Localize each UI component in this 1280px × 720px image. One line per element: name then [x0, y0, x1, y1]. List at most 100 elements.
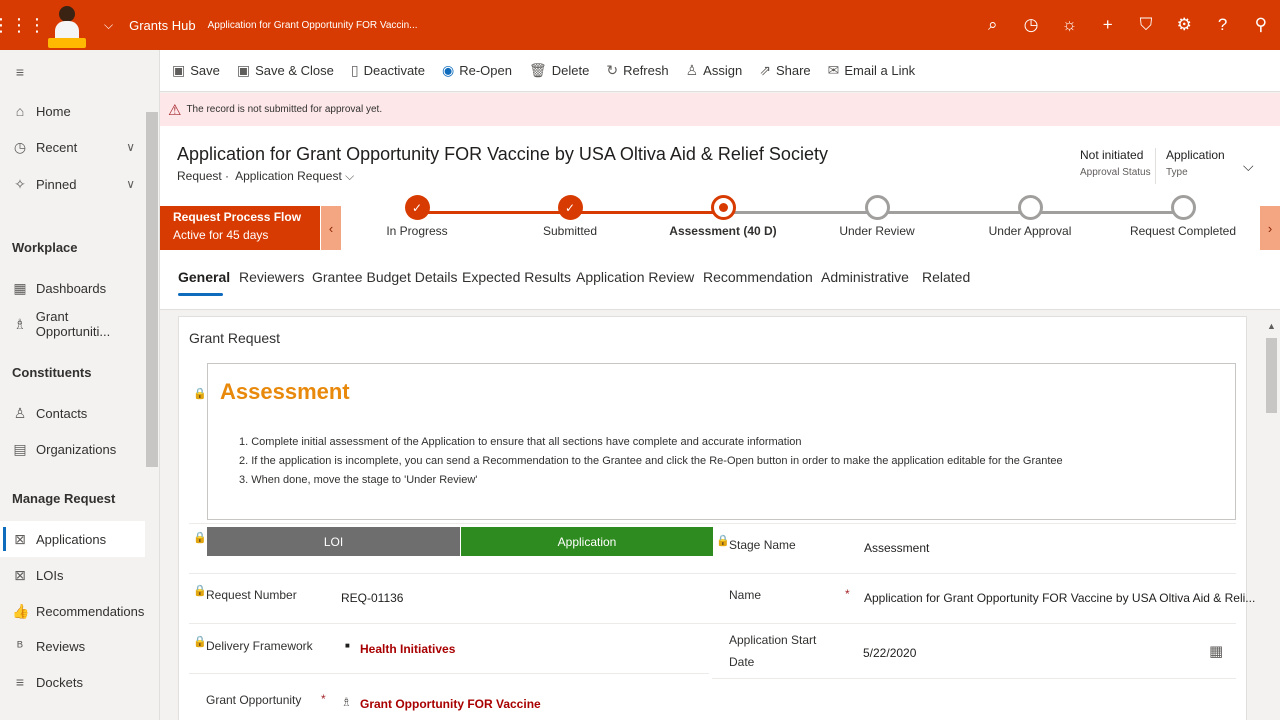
- app-launcher-icon[interactable]: ⋮⋮⋮: [0, 0, 46, 50]
- sidebar-item-dockets[interactable]: ≡ Dockets: [0, 664, 145, 700]
- notification-bar: ⚠ The record is not submitted for approv…: [160, 93, 1280, 126]
- business-process-flow: Request Process Flow Active for 45 days …: [160, 195, 1280, 250]
- chevron-down-icon[interactable]: ∨: [126, 177, 135, 191]
- bpf-stage-4[interactable]: Under Approval: [953, 195, 1107, 250]
- group-constituents: Constituents: [12, 365, 92, 380]
- grant-opportunity-link[interactable]: Grant Opportunity FOR Vaccine: [360, 697, 541, 711]
- bpf-next-arrow-icon[interactable]: ›: [1260, 206, 1280, 250]
- bpf-stage-label: Request Completed: [1129, 224, 1237, 238]
- search-icon[interactable]: ⌕: [974, 0, 1012, 50]
- gear-icon[interactable]: ⚙: [1165, 0, 1203, 50]
- lightbulb-icon[interactable]: ☼: [1050, 0, 1088, 50]
- delete-button[interactable]: 🗑 Delete: [529, 62, 589, 79]
- save-button[interactable]: ▣ Save: [172, 62, 220, 79]
- app-name[interactable]: Grants Hub: [129, 18, 195, 33]
- building-icon: ▤: [13, 440, 27, 457]
- assign-button[interactable]: ♙ Assign: [686, 62, 743, 79]
- tab-application-review[interactable]: Application Review: [576, 269, 694, 285]
- form-tabs: General Reviewers Grantee Budget Details Ex…: [160, 250, 1280, 310]
- lock-icon: 🔒: [716, 535, 730, 547]
- approval-status-field: Not initiated Approval Status: [1080, 148, 1151, 178]
- tab-administrative[interactable]: Administrative: [821, 269, 909, 285]
- section-title: Grant Request: [189, 330, 281, 346]
- sidebar-item-recent[interactable]: ◷ Recent ∨: [0, 129, 145, 165]
- sidebar-scrollbar[interactable]: [146, 112, 158, 467]
- plus-icon[interactable]: +: [1089, 0, 1127, 50]
- scroll-up-icon[interactable]: ▲: [1267, 321, 1276, 331]
- record-subtitle: Request · Application Request ⌵: [177, 169, 354, 184]
- required-indicator: *: [845, 587, 850, 601]
- chevron-down-icon[interactable]: ∨: [126, 140, 135, 154]
- row-divider: [712, 678, 1236, 679]
- stage-name-label: Stage Name: [729, 538, 796, 552]
- tab-expected-results[interactable]: Expected Results: [462, 269, 571, 285]
- sidebar-item-grant-opportunities[interactable]: ♗ Grant Opportuniti...: [0, 306, 145, 342]
- instruction-list: 1. Complete initial assessment of the Ap…: [239, 433, 1063, 490]
- deactivate-button[interactable]: ▯ Deactivate: [351, 62, 425, 79]
- tab-reviewers[interactable]: Reviewers: [239, 269, 304, 285]
- process-flag[interactable]: Request Process Flow Active for 45 days: [160, 206, 320, 250]
- form-selector[interactable]: Application Request ⌵: [235, 169, 354, 183]
- refresh-button[interactable]: ↻ Refresh: [606, 62, 668, 79]
- delivery-framework-label: Delivery Framework: [206, 639, 313, 653]
- trash-icon: 🗑: [528, 62, 547, 78]
- envelope-icon: ⊠: [14, 566, 26, 583]
- tab-general[interactable]: General: [178, 269, 230, 285]
- email-link-button[interactable]: ✉ Email a Link: [828, 62, 916, 79]
- sidebar-item-recommendations[interactable]: 👍 Recommendations: [0, 593, 145, 629]
- bpf-stage-label: Under Review: [839, 224, 915, 238]
- sidebar-item-dashboards[interactable]: ▦ Dashboards: [0, 270, 145, 306]
- grant-opportunity-icon: ♗: [341, 695, 352, 709]
- active-tab-indicator: [178, 293, 223, 296]
- header-expand-chevron-icon[interactable]: ⌵: [1243, 158, 1254, 175]
- start-date-label: Application Start: [729, 633, 817, 647]
- user-icon[interactable]: ⚲: [1242, 0, 1280, 50]
- sidebar-item-reviews[interactable]: ᴮ Reviews: [0, 628, 145, 664]
- person-icon: ♙: [13, 404, 27, 421]
- share-button[interactable]: ⇗ Share: [759, 62, 810, 79]
- sidebar-item-pinned[interactable]: ✧ Pinned ∨: [0, 166, 145, 202]
- sidebar-item-organizations[interactable]: ▤ Organizations: [0, 431, 145, 467]
- stage-indicator-application: Application: [461, 527, 713, 556]
- form-scrollbar[interactable]: ▲: [1263, 316, 1280, 720]
- tab-recommendation[interactable]: Recommendation: [703, 269, 813, 285]
- bpf-stage-2[interactable]: Assessment (40 D): [646, 195, 800, 250]
- bpf-stage-label: Under Approval: [988, 224, 1072, 238]
- delivery-framework-link[interactable]: Health Initiatives: [360, 642, 455, 656]
- sidebar-item-applications[interactable]: ⊠ Applications: [0, 521, 145, 557]
- app-logo: [44, 0, 94, 50]
- chevron-down-icon[interactable]: ⌵: [104, 18, 113, 33]
- stage-name-value: Assessment: [864, 541, 930, 555]
- clock-icon: ◷: [13, 138, 27, 155]
- refresh-icon: ↻: [606, 62, 619, 78]
- top-bar: ⋮⋮⋮ ⌵ Grants Hub Application for Grant O…: [0, 0, 1280, 50]
- task-icon[interactable]: ◷: [1012, 0, 1050, 50]
- save-close-button[interactable]: ▣ Save & Close: [237, 62, 334, 79]
- request-number-label: Request Number: [206, 588, 297, 602]
- bpf-stage-label: Assessment (40 D): [669, 224, 777, 238]
- entity-name: Request: [177, 169, 222, 183]
- bpf-prev-arrow-icon[interactable]: ‹: [321, 206, 341, 250]
- tab-related[interactable]: Related: [922, 269, 970, 285]
- start-date-field[interactable]: 5/22/2020: [863, 646, 916, 660]
- tab-grantee-budget-details[interactable]: Grantee Budget Details: [312, 269, 458, 285]
- name-field[interactable]: Application for Grant Opportunity FOR Va…: [864, 591, 1255, 605]
- active-stage-icon: [710, 195, 736, 220]
- checkmark-icon: ✓: [557, 195, 583, 220]
- calendar-icon[interactable]: ▦: [1209, 642, 1223, 660]
- sidebar-item-contacts[interactable]: ♙ Contacts: [0, 395, 145, 431]
- scroll-thumb[interactable]: [1266, 338, 1277, 413]
- bpf-stage-5[interactable]: Request Completed: [1106, 195, 1260, 250]
- sidebar-item-home[interactable]: ⌂ Home: [0, 93, 145, 129]
- instruction-item: 2. If the application is incomplete, you…: [239, 455, 1063, 467]
- help-icon[interactable]: ?: [1203, 0, 1241, 50]
- filter-icon[interactable]: ⛉: [1127, 0, 1165, 50]
- sidebar-item-lois[interactable]: ⊠ LOIs: [0, 557, 145, 593]
- reopen-button[interactable]: ◉ Re-Open: [442, 62, 512, 79]
- sidebar-toggle[interactable]: ≡: [0, 54, 145, 90]
- bpf-stage-3[interactable]: Under Review: [800, 195, 954, 250]
- pending-stage-icon: [1017, 195, 1043, 220]
- bpf-stage-1[interactable]: ✓ Submitted: [493, 195, 647, 250]
- lookup-record-icon: ■: [345, 641, 350, 650]
- bpf-stage-0[interactable]: ✓ In Progress: [340, 195, 494, 250]
